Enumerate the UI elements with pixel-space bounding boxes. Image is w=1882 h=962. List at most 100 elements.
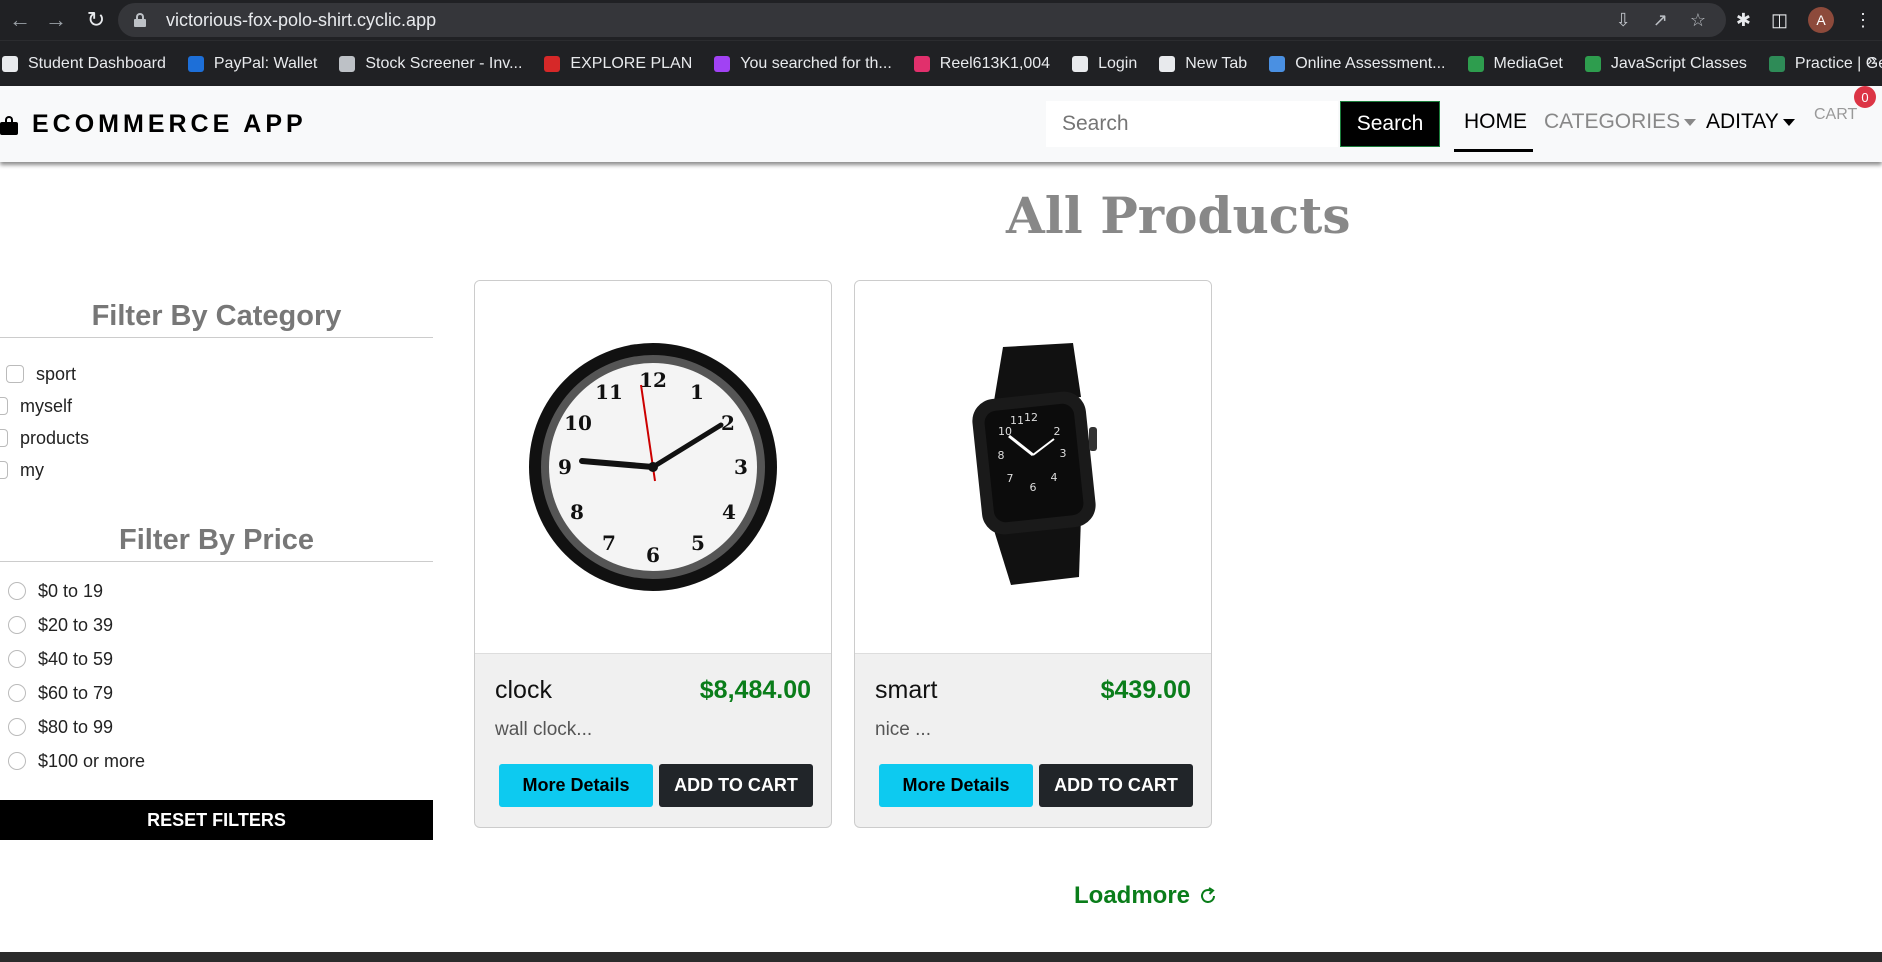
bookmark-item[interactable]: PayPal: Wallet — [187, 55, 317, 73]
price-radio[interactable] — [8, 684, 26, 702]
bookmark-label: You searched for th... — [740, 54, 892, 72]
category-filter-item[interactable]: myself — [0, 390, 433, 422]
bookmark-item[interactable]: Stock Screener - Inv... — [339, 55, 522, 73]
nav-user-dropdown[interactable]: ADITAY — [1706, 110, 1795, 134]
star-icon[interactable]: ☆ — [1690, 10, 1706, 31]
footer — [0, 952, 1882, 962]
browser-toolbar: ← → ↻ victorious-fox-polo-shirt.cyclic.a… — [0, 0, 1882, 40]
price-radio[interactable] — [8, 582, 26, 600]
nav-user-label: ADITAY — [1706, 110, 1779, 133]
bookmark-item[interactable]: New Tab — [1159, 55, 1247, 73]
product-price: $8,484.00 — [699, 676, 811, 704]
bookmarks-bar: Student Dashboard PayPal: Wallet Stock Scr… — [0, 40, 1882, 86]
price-filter-item[interactable]: $20 to 39 — [0, 608, 433, 642]
bookmark-favicon-icon — [1584, 55, 1601, 72]
svg-text:3: 3 — [734, 455, 748, 479]
product-image-smart[interactable]: 12 2 3 467 8 10 11 — [855, 281, 1211, 654]
bookmark-label: Stock Screener - Inv... — [365, 54, 523, 72]
svg-text:11: 11 — [1010, 414, 1024, 427]
active-nav-indicator — [1454, 149, 1533, 152]
bookmark-label: Reel613K1,004 — [939, 54, 1051, 72]
nav-categories-dropdown[interactable]: CATEGORIES — [1544, 110, 1697, 134]
bookmark-item[interactable]: Login — [1072, 55, 1137, 73]
product-card: 12 1 2 3 45 6 78 9 10 11 clock $8,484.00 wall … — [474, 280, 832, 828]
bookmark-item[interactable]: Reel613K1,004 — [913, 54, 1051, 73]
category-checkbox[interactable] — [0, 397, 8, 415]
back-icon[interactable]: ← — [0, 0, 40, 40]
category-checkbox[interactable] — [6, 365, 24, 383]
price-radio[interactable] — [8, 616, 26, 634]
price-filter-item[interactable]: $80 to 99 — [0, 710, 433, 744]
cart-count-badge: 0 — [1854, 86, 1876, 108]
install-icon[interactable]: ⇩ — [1616, 10, 1631, 31]
svg-text:11: 11 — [595, 380, 623, 404]
svg-text:7: 7 — [602, 531, 616, 555]
loadmore-button[interactable]: Loadmore — [1074, 882, 1218, 910]
nav-cart[interactable]: CART — [1814, 106, 1857, 124]
bookmark-favicon-icon — [1159, 55, 1176, 72]
bookmark-item[interactable]: EXPLORE PLAN — [544, 55, 692, 73]
loadmore-label: Loadmore — [1074, 882, 1191, 909]
product-description: nice ... — [875, 719, 931, 740]
category-filter-item[interactable]: products — [0, 422, 433, 454]
forward-icon[interactable]: → — [36, 0, 76, 40]
price-filter-item[interactable]: $0 to 19 — [0, 574, 433, 608]
svg-text:6: 6 — [646, 543, 660, 567]
add-to-cart-button[interactable]: ADD TO CART — [659, 764, 813, 807]
bookmark-favicon-icon — [544, 55, 561, 72]
bookmark-favicon-icon — [339, 55, 356, 72]
price-filter-item[interactable]: $100 or more — [0, 744, 433, 778]
extensions-icon[interactable]: ✱ — [1736, 10, 1751, 31]
bookmark-item[interactable]: JavaScript Classes — [1584, 55, 1747, 73]
bookmark-item[interactable]: Online Assessment... — [1269, 54, 1446, 73]
category-checkbox[interactable] — [0, 429, 8, 447]
category-filter-item[interactable]: sport — [0, 358, 433, 390]
menu-icon[interactable]: ⋮ — [1854, 10, 1872, 31]
category-filter-item[interactable]: my — [0, 454, 433, 486]
price-filter-item[interactable]: $60 to 79 — [0, 676, 433, 710]
category-label: my — [20, 459, 44, 480]
search-button[interactable]: Search — [1340, 101, 1440, 147]
bookmark-item[interactable]: Student Dashboard — [2, 55, 166, 73]
bookmark-item[interactable]: You searched for th... — [714, 55, 892, 73]
price-label: $100 or more — [38, 750, 146, 771]
more-details-button[interactable]: More Details — [879, 764, 1033, 807]
side-panel-icon[interactable]: ◫ — [1771, 10, 1788, 31]
price-radio[interactable] — [8, 718, 26, 736]
bookmark-favicon-icon — [2, 55, 18, 72]
bookmarks-overflow-icon[interactable]: » — [1867, 52, 1876, 70]
bookmark-label: New Tab — [1185, 54, 1248, 72]
add-to-cart-button[interactable]: ADD TO CART — [1039, 764, 1193, 807]
category-checkbox[interactable] — [0, 461, 8, 479]
svg-text:3: 3 — [1060, 447, 1067, 460]
bookmark-label: Online Assessment... — [1295, 54, 1446, 72]
avatar[interactable]: A — [1808, 7, 1834, 33]
lock-icon — [134, 13, 146, 27]
nav-home[interactable]: HOME — [1464, 110, 1527, 134]
bookmark-label: Login — [1098, 54, 1138, 72]
url-text[interactable]: victorious-fox-polo-shirt.cyclic.app — [166, 10, 436, 31]
smartwatch-icon: 1223 467 81011 — [972, 343, 1097, 585]
bookmark-favicon-icon — [1072, 55, 1089, 72]
bookmark-item[interactable]: MediaGet — [1467, 55, 1563, 73]
product-description: wall clock... — [495, 719, 593, 740]
search-input[interactable] — [1046, 101, 1338, 147]
refresh-icon — [1201, 887, 1216, 903]
filters-panel: Filter By Category sport myself products my… — [0, 300, 433, 778]
reset-filters-button[interactable]: RESET FILTERS — [0, 800, 433, 840]
share-icon[interactable]: ↗ — [1653, 10, 1668, 31]
more-details-button[interactable]: More Details — [499, 764, 653, 807]
product-price: $439.00 — [1100, 676, 1191, 704]
price-radio[interactable] — [8, 752, 26, 770]
price-filter-item[interactable]: $40 to 59 — [0, 642, 433, 676]
product-image-clock[interactable]: 12 1 2 3 45 6 78 9 10 11 — [475, 281, 831, 654]
address-bar[interactable]: victorious-fox-polo-shirt.cyclic.app ⇩ ↗… — [118, 3, 1726, 37]
category-filter-list: sport myself products my — [0, 358, 433, 486]
price-radio[interactable] — [8, 650, 26, 668]
brand[interactable]: ECOMMERCE APP — [0, 110, 307, 139]
reload-icon[interactable]: ↻ — [76, 0, 116, 40]
bookmark-item[interactable]: Practice | Geeksfor... — [1768, 55, 1882, 73]
brand-text[interactable]: ECOMMERCE APP — [32, 110, 307, 139]
svg-text:8: 8 — [998, 449, 1005, 462]
category-label: sport — [36, 363, 77, 384]
